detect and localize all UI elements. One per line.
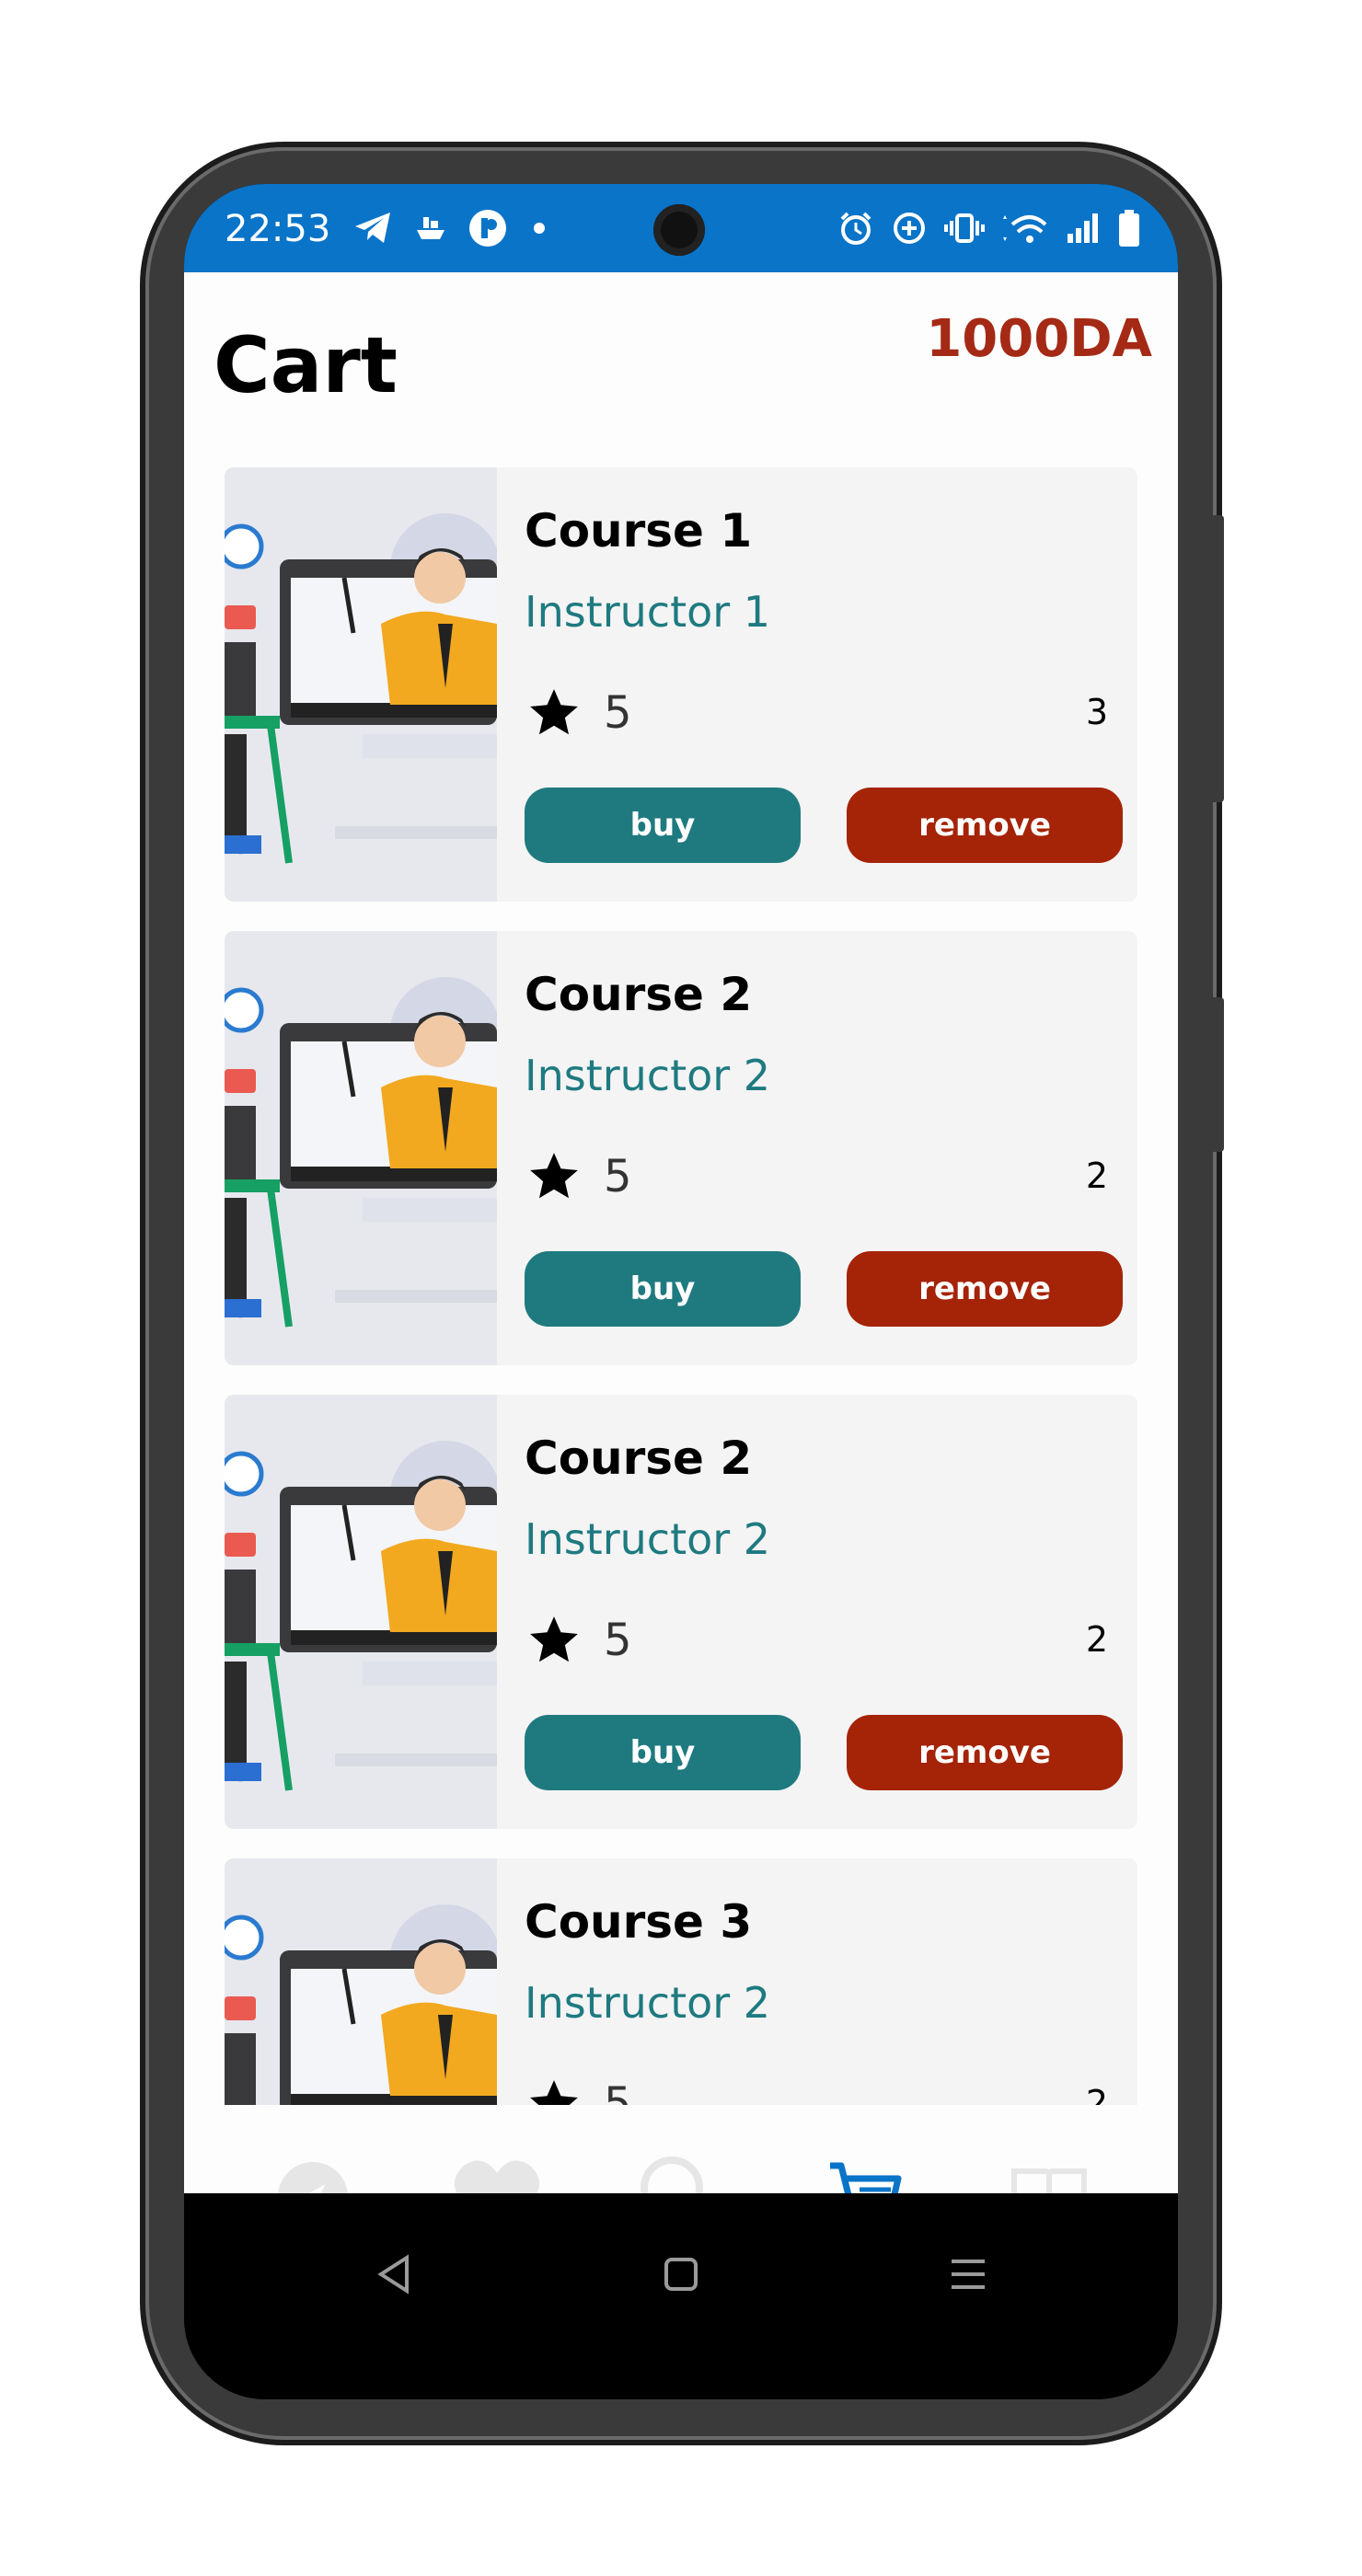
book-icon <box>1011 2168 1087 2193</box>
rating: 5 <box>525 684 632 742</box>
rating-value: 5 <box>604 1615 632 1666</box>
buy-button[interactable]: buy <box>525 1715 801 1790</box>
rating-value: 5 <box>604 2078 632 2105</box>
course-thumbnail <box>225 931 497 1365</box>
course-title: Course 1 <box>525 504 753 558</box>
phone-screen: 22:53 Cart 1000DA Course 1 Instructor 1 … <box>184 184 1178 2399</box>
star-icon <box>530 2080 578 2105</box>
data-saver-icon <box>894 213 925 244</box>
telegram-icon <box>355 213 390 243</box>
rating: 5 <box>525 1612 632 1669</box>
course-title: Course 2 <box>525 1432 753 1485</box>
volume-button <box>1209 515 1224 802</box>
course-title: Course 2 <box>525 968 753 1021</box>
cart-list[interactable]: Course 1 Instructor 1 5 3 buy remove Cou… <box>225 467 1137 2105</box>
rating: 5 <box>525 1148 632 1205</box>
course-thumbnail <box>225 1395 497 1829</box>
course-thumbnail <box>225 467 497 902</box>
heart-icon <box>455 2160 539 2193</box>
system-navigation-bar <box>184 2193 1178 2399</box>
remove-button[interactable]: remove <box>847 788 1123 863</box>
nav-library[interactable] <box>994 2142 1104 2193</box>
item-count: 2 <box>1085 2083 1108 2105</box>
battery-icon <box>1119 210 1139 247</box>
compass-icon <box>278 2162 348 2193</box>
cart-item-card[interactable]: Course 2 Instructor 2 5 2 buy remove <box>225 931 1137 1365</box>
instructor-name: Instructor 2 <box>525 1978 771 2028</box>
bottom-nav <box>184 2112 1178 2193</box>
system-home[interactable] <box>626 2245 736 2304</box>
course-thumbnail <box>225 1858 497 2105</box>
cart-item-card[interactable]: Course 1 Instructor 1 5 3 buy remove <box>225 467 1137 902</box>
ship-icon <box>417 217 444 239</box>
app-p-icon <box>469 210 506 247</box>
cart-item-card[interactable]: Course 3 Instructor 2 5 2 buy remove <box>225 1858 1137 2105</box>
nav-search[interactable] <box>626 2142 736 2193</box>
rating-value: 5 <box>604 687 632 739</box>
system-back[interactable] <box>339 2245 449 2304</box>
star-icon <box>530 1616 578 1662</box>
item-count: 3 <box>1085 692 1108 732</box>
nav-cart[interactable] <box>810 2142 920 2193</box>
back-icon <box>377 2254 409 2294</box>
item-count: 2 <box>1085 1156 1108 1196</box>
instructor-name: Instructor 1 <box>525 587 771 637</box>
rating: 5 <box>525 2076 632 2105</box>
status-right-icons <box>837 202 1141 254</box>
search-icon <box>641 2156 703 2193</box>
instructor-name: Instructor 2 <box>525 1514 771 1564</box>
camera-hole <box>653 204 705 256</box>
dot-icon <box>534 223 545 234</box>
power-button <box>1209 997 1224 1152</box>
cart-item-card[interactable]: Course 2 Instructor 2 5 2 buy remove <box>225 1395 1137 1829</box>
alarm-icon <box>840 212 871 245</box>
item-count: 2 <box>1085 1619 1108 1660</box>
rating-value: 5 <box>604 1151 632 1202</box>
course-title: Course 3 <box>525 1895 753 1949</box>
buy-button[interactable]: buy <box>525 788 801 863</box>
nav-favorites[interactable] <box>442 2142 552 2193</box>
system-recents[interactable] <box>913 2245 1023 2304</box>
buy-button[interactable]: buy <box>525 1251 801 1327</box>
cart-icon <box>830 2162 902 2193</box>
status-bar: 22:53 <box>184 184 1178 272</box>
cart-screen: Cart 1000DA Course 1 Instructor 1 5 3 bu… <box>184 272 1178 2193</box>
remove-button[interactable]: remove <box>847 1715 1123 1790</box>
star-icon <box>530 1153 578 1199</box>
star-icon <box>530 689 578 735</box>
home-icon <box>664 2258 698 2291</box>
status-time: 22:53 <box>225 208 331 250</box>
recents-icon <box>952 2260 985 2289</box>
status-left-icons <box>353 202 550 254</box>
wifi-icon <box>1003 215 1047 243</box>
signal-icon <box>1068 213 1098 243</box>
cart-total: 1000DA <box>926 309 1152 369</box>
nav-explore[interactable] <box>258 2142 368 2193</box>
vibrate-icon <box>944 213 985 243</box>
remove-button[interactable]: remove <box>847 1251 1123 1327</box>
page-title: Cart <box>214 320 398 410</box>
instructor-name: Instructor 2 <box>525 1051 771 1100</box>
